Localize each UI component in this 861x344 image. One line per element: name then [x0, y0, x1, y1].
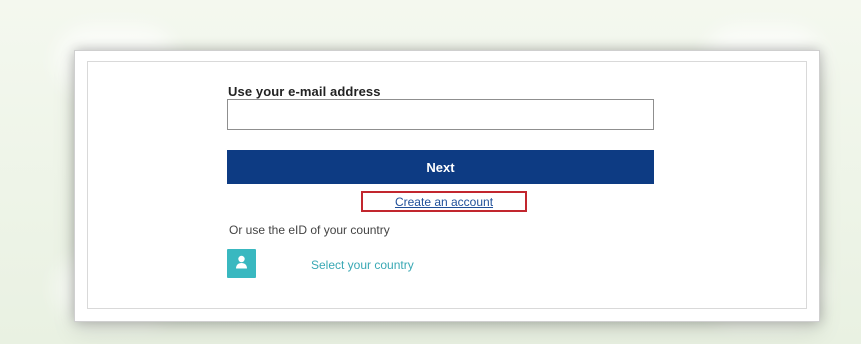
create-account-link[interactable]: Create an account: [363, 194, 525, 210]
email-input[interactable]: [227, 99, 654, 130]
user-icon: [236, 255, 247, 269]
login-card: [74, 50, 820, 322]
email-label: Use your e-mail address: [228, 84, 381, 99]
select-country-link[interactable]: Select your country: [311, 258, 414, 272]
user-icon[interactable]: [227, 249, 256, 278]
create-account-highlight: Create an account: [361, 191, 527, 212]
eid-instruction-text: Or use the eID of your country: [229, 223, 390, 237]
next-button[interactable]: Next: [227, 150, 654, 184]
